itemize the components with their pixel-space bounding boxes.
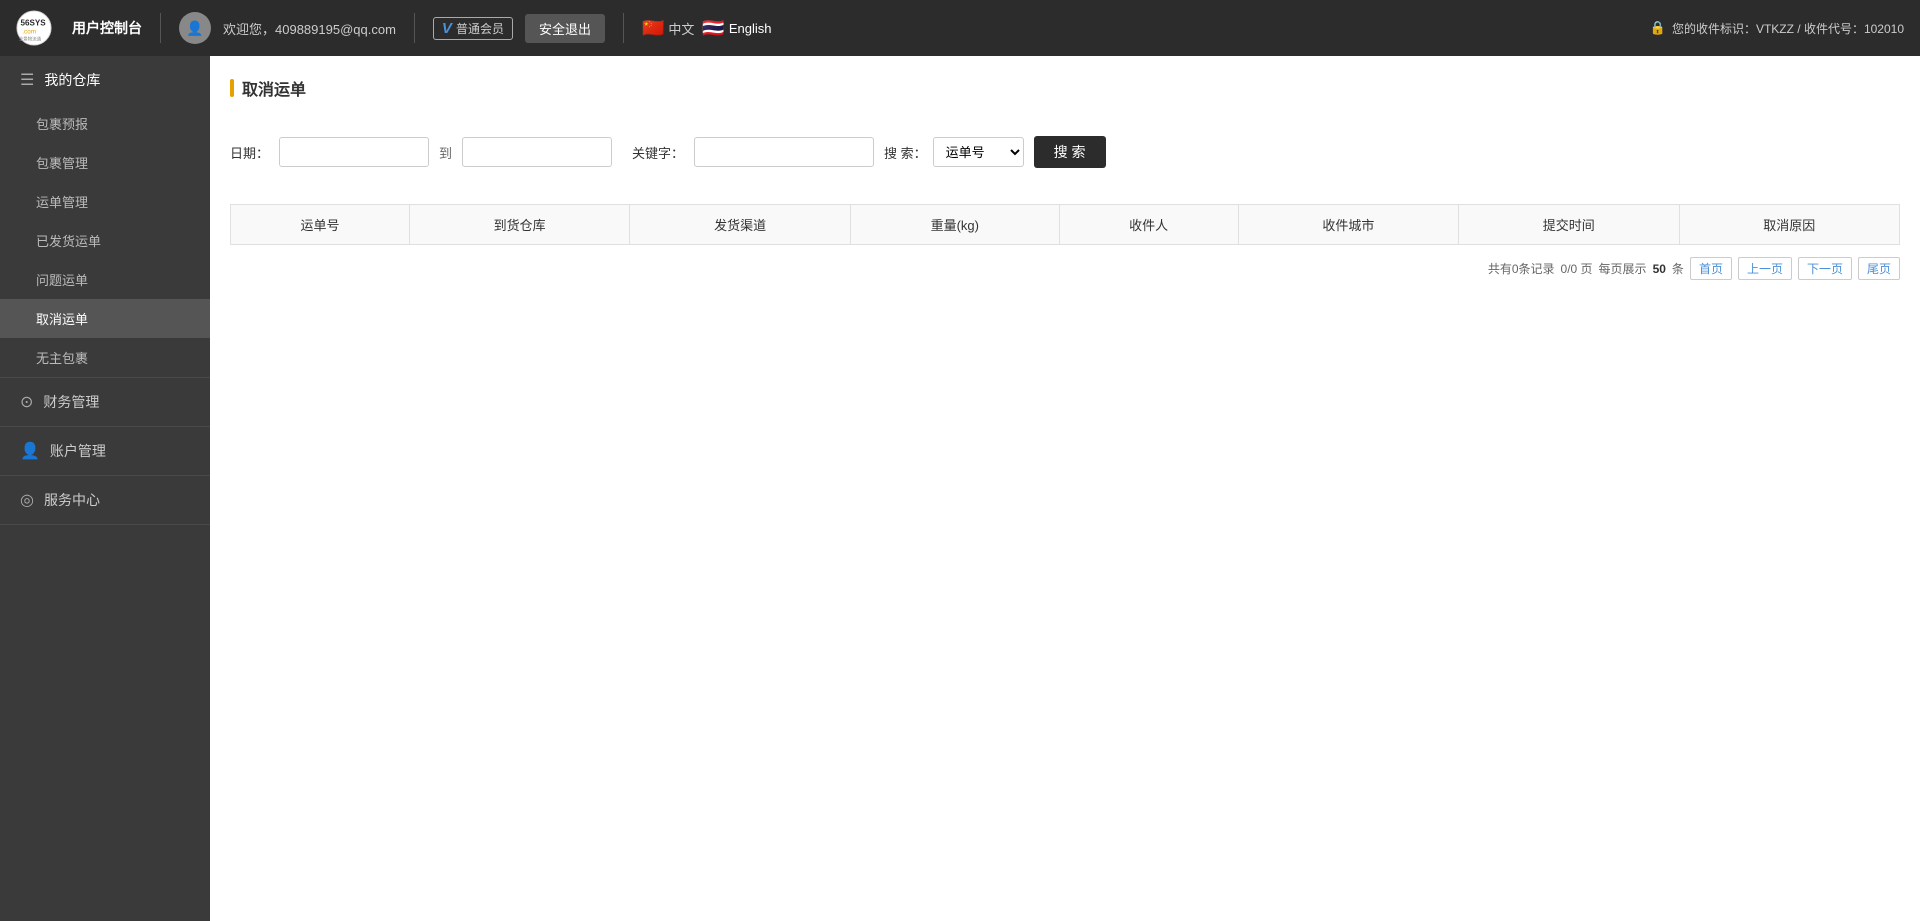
table-header: 运单号 到货仓库 发货渠道 重量(kg) 收件人 收件城市 提交时间 取消原因 (231, 205, 1900, 245)
first-page-button[interactable]: 首页 (1690, 257, 1732, 280)
member-badge: V 普通会员 (433, 17, 513, 40)
logout-button[interactable]: 安全退出 (525, 14, 605, 43)
sidebar-account-label: 账户管理 (50, 441, 106, 461)
logo: 56SYS .com 全景物流通 (16, 10, 52, 46)
sidebar-item-unclaimed-package[interactable]: 无主包裹 (0, 338, 210, 377)
col-receiver: 收件人 (1059, 205, 1238, 245)
header-right: 🔒 您的收件标识：VTKZZ / 收件代号：102010 (1650, 20, 1904, 37)
sidebar-item-service[interactable]: ◎ 服务中心 (0, 476, 210, 524)
sidebar-section-finance: ⊙ 财务管理 (0, 378, 210, 427)
lang-cn-button[interactable]: 🇨🇳 中文 (642, 18, 694, 39)
next-page-button[interactable]: 下一页 (1798, 257, 1852, 280)
prev-page-button[interactable]: 上一页 (1738, 257, 1792, 280)
receiver-info: 您的收件标识：VTKZZ / 收件代号：102010 (1672, 20, 1904, 37)
sidebar-warehouse-label: 我的仓库 (44, 70, 100, 90)
lang-en-label: English (729, 21, 772, 36)
per-page-unit: 条 (1672, 260, 1684, 277)
header-divider-1 (160, 13, 161, 43)
sidebar-item-package-manage[interactable]: 包裹管理 (0, 143, 210, 182)
per-page-label: 每页展示 (1599, 260, 1647, 277)
data-table: 运单号 到货仓库 发货渠道 重量(kg) 收件人 收件城市 提交时间 取消原因 (230, 204, 1900, 245)
sidebar-sub-items: 包裹预报 包裹管理 运单管理 已发货运单 问题运单 取消运单 无主包裹 (0, 104, 210, 377)
sidebar-item-finance[interactable]: ⊙ 财务管理 (0, 378, 210, 426)
layout: ☰ 我的仓库 包裹预报 包裹管理 运单管理 已发货运单 问题运单 取消运单 无主… (0, 56, 1920, 921)
search-type-select[interactable]: 运单号 收件人 收件城市 (933, 137, 1024, 167)
sidebar-item-package-report[interactable]: 包裹预报 (0, 104, 210, 143)
svg-text:56SYS: 56SYS (21, 18, 47, 27)
search-button[interactable]: 搜 索 (1034, 136, 1106, 168)
keyword-label: 关键字： (632, 143, 684, 162)
account-icon: 👤 (20, 441, 40, 461)
col-city: 收件城市 (1238, 205, 1458, 245)
header-divider-2 (414, 13, 415, 43)
keyword-input[interactable] (694, 137, 874, 167)
pagination: 共有0条记录 0/0 页 每页展示 50 条 首页 上一页 下一页 尾页 (230, 257, 1900, 280)
v-icon: V (442, 20, 452, 37)
search-type-label: 搜 索： (884, 143, 927, 162)
sidebar-item-waybill-manage[interactable]: 运单管理 (0, 182, 210, 221)
th-flag-icon: 🇹🇭 (702, 18, 724, 39)
search-type-wrap: 搜 索： 运单号 收件人 收件城市 (884, 137, 1024, 167)
svg-text:全景物流通: 全景物流通 (19, 36, 42, 43)
service-icon: ◎ (20, 490, 34, 510)
sidebar-service-label: 服务中心 (44, 490, 100, 510)
sidebar-section-service: ◎ 服务中心 (0, 476, 210, 525)
logo-icon: 56SYS .com 全景物流通 (16, 10, 52, 46)
last-page-button[interactable]: 尾页 (1858, 257, 1900, 280)
page-title: 取消运单 (242, 76, 306, 100)
sidebar-section-warehouse: ☰ 我的仓库 包裹预报 包裹管理 运单管理 已发货运单 问题运单 取消运单 无主… (0, 56, 210, 378)
page-title-bar (230, 79, 234, 97)
welcome-prefix: 欢迎您， (223, 22, 275, 37)
lang-en-button[interactable]: 🇹🇭 English (702, 18, 771, 39)
user-email: 409889195@qq.com (275, 22, 396, 37)
avatar: 👤 (179, 12, 211, 44)
table-header-row: 运单号 到货仓库 发货渠道 重量(kg) 收件人 收件城市 提交时间 取消原因 (231, 205, 1900, 245)
svg-text:.com: .com (22, 28, 36, 35)
warehouse-icon: ☰ (20, 70, 34, 90)
cn-flag-icon: 🇨🇳 (642, 18, 664, 39)
header-divider-3 (623, 13, 624, 43)
sidebar-item-my-warehouse[interactable]: ☰ 我的仓库 (0, 56, 210, 104)
sidebar-item-cancel-waybill[interactable]: 取消运单 (0, 299, 210, 338)
sidebar-item-problem-waybill[interactable]: 问题运单 (0, 260, 210, 299)
welcome-text: 欢迎您，409889195@qq.com (223, 19, 396, 38)
date-from-input[interactable] (279, 137, 429, 167)
col-waybill-no: 运单号 (231, 205, 410, 245)
col-weight: 重量(kg) (850, 205, 1059, 245)
page-info: 0/0 页 (1561, 260, 1593, 277)
user-control-label: 用户控制台 (72, 18, 142, 38)
sidebar-finance-label: 财务管理 (43, 392, 99, 412)
lang-group: 🇨🇳 中文 🇹🇭 English (642, 18, 772, 39)
col-submit-time: 提交时间 (1459, 205, 1679, 245)
sidebar: ☰ 我的仓库 包裹预报 包裹管理 运单管理 已发货运单 问题运单 取消运单 无主… (0, 56, 210, 921)
date-to-label: 到 (439, 143, 452, 162)
header: 56SYS .com 全景物流通 用户控制台 👤 欢迎您，409889195@q… (0, 0, 1920, 56)
col-cancel-reason: 取消原因 (1679, 205, 1899, 245)
lang-cn-label: 中文 (668, 19, 694, 38)
col-shipping-channel: 发货渠道 (630, 205, 850, 245)
finance-icon: ⊙ (20, 392, 33, 412)
search-bar: 日期： 到 关键字： 搜 索： 运单号 收件人 收件城市 搜 索 (230, 120, 1900, 184)
date-to-input[interactable] (462, 137, 612, 167)
date-label: 日期： (230, 143, 269, 162)
sidebar-item-account[interactable]: 👤 账户管理 (0, 427, 210, 475)
lock-icon: 🔒 (1650, 20, 1666, 36)
sidebar-item-shipped-waybill[interactable]: 已发货运单 (0, 221, 210, 260)
page-title-row: 取消运单 (230, 76, 1900, 100)
per-page-count: 50 (1653, 262, 1666, 276)
member-label: 普通会员 (456, 20, 504, 37)
col-arrival-warehouse: 到货仓库 (409, 205, 629, 245)
main-content: 取消运单 日期： 到 关键字： 搜 索： 运单号 收件人 收件城市 搜 索 (210, 56, 1920, 921)
sidebar-section-account: 👤 账户管理 (0, 427, 210, 476)
total-records: 共有0条记录 (1488, 260, 1555, 277)
